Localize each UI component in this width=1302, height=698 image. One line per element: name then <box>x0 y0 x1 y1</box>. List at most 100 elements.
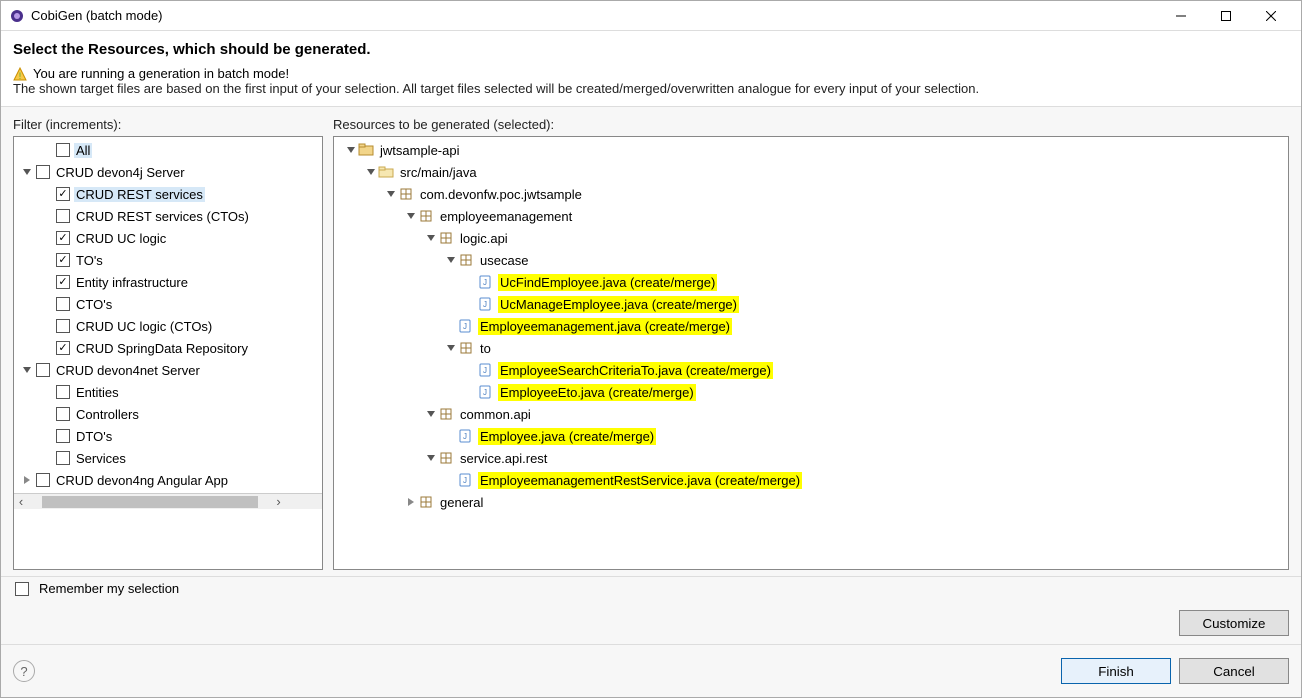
filter-tree[interactable]: AllCRUD devon4j ServerCRUD REST services… <box>13 136 323 570</box>
warning-text: You are running a generation in batch mo… <box>33 66 289 81</box>
resource-item[interactable]: employeemanagement <box>334 205 1288 227</box>
expander-icon[interactable] <box>424 451 438 465</box>
help-button[interactable]: ? <box>13 660 35 682</box>
resource-item[interactable]: to <box>334 337 1288 359</box>
filter-checkbox[interactable] <box>56 451 70 465</box>
filter-item[interactable]: CRUD UC logic (CTOs) <box>14 315 322 337</box>
filter-checkbox[interactable] <box>56 187 70 201</box>
finish-button[interactable]: Finish <box>1061 658 1171 684</box>
expander-icon[interactable] <box>424 407 438 421</box>
package-icon <box>418 494 434 510</box>
resource-item[interactable]: JEmployeemanagementRestService.java (cre… <box>334 469 1288 491</box>
filter-panel: Filter (increments): AllCRUD devon4j Ser… <box>13 117 323 570</box>
horizontal-scrollbar[interactable]: ‹ › <box>14 493 322 509</box>
resource-item[interactable]: JEmployeeEto.java (create/merge) <box>334 381 1288 403</box>
expander-icon[interactable] <box>384 187 398 201</box>
expander-icon[interactable] <box>20 363 34 377</box>
filter-item-label: CRUD UC logic <box>74 231 168 246</box>
close-button[interactable] <box>1248 1 1293 31</box>
filter-item[interactable]: CRUD UC logic <box>14 227 322 249</box>
resource-item[interactable]: usecase <box>334 249 1288 271</box>
filter-checkbox[interactable] <box>56 143 70 157</box>
filter-item[interactable]: DTO's <box>14 425 322 447</box>
app-icon <box>9 8 25 24</box>
resource-item[interactable]: general <box>334 491 1288 513</box>
resource-item[interactable]: logic.api <box>334 227 1288 249</box>
resource-item[interactable]: JEmployeemanagement.java (create/merge) <box>334 315 1288 337</box>
resource-item[interactable]: J Employee.java (create/merge) <box>334 425 1288 447</box>
resource-item-label: logic.api <box>458 231 510 246</box>
filter-item[interactable]: All <box>14 139 322 161</box>
filter-checkbox[interactable] <box>36 473 50 487</box>
resource-item-label: to <box>478 341 493 356</box>
filter-item[interactable]: CRUD REST services <box>14 183 322 205</box>
filter-item[interactable]: CTO's <box>14 293 322 315</box>
resource-item[interactable]: common.api <box>334 403 1288 425</box>
resource-item-label: Employeemanagement.java (create/merge) <box>478 318 732 335</box>
scroll-right-arrow[interactable]: › <box>272 494 286 509</box>
scroll-left-arrow[interactable]: ‹ <box>14 494 28 509</box>
filter-checkbox[interactable] <box>36 363 50 377</box>
filter-checkbox[interactable] <box>56 407 70 421</box>
package-icon <box>398 186 414 202</box>
resource-item[interactable]: service.api.rest <box>334 447 1288 469</box>
filter-item[interactable]: CRUD REST services (CTOs) <box>14 205 322 227</box>
package-icon <box>458 340 474 356</box>
svg-text:J: J <box>463 432 467 441</box>
remember-selection-checkbox[interactable] <box>15 582 29 596</box>
filter-checkbox[interactable] <box>56 341 70 355</box>
customize-button[interactable]: Customize <box>1179 610 1289 636</box>
maximize-button[interactable] <box>1203 1 1248 31</box>
expander-icon[interactable] <box>20 473 34 487</box>
resources-tree[interactable]: jwtsample-api src/main/java com.devonfw.po… <box>333 136 1289 570</box>
resource-item[interactable]: src/main/java <box>334 161 1288 183</box>
cancel-button[interactable]: Cancel <box>1179 658 1289 684</box>
resource-item[interactable]: JEmployeeSearchCriteriaTo.java (create/m… <box>334 359 1288 381</box>
resource-item-label: src/main/java <box>398 165 479 180</box>
filter-item-label: Controllers <box>74 407 141 422</box>
package-icon <box>438 406 454 422</box>
filter-item-label: All <box>74 143 92 158</box>
remember-selection-option[interactable]: Remember my selection <box>13 581 1289 596</box>
resource-item-label: Employee.java (create/merge) <box>478 428 656 445</box>
filter-checkbox[interactable] <box>56 385 70 399</box>
resource-item-label: jwtsample-api <box>378 143 461 158</box>
resource-item[interactable]: com.devonfw.poc.jwtsample <box>334 183 1288 205</box>
filter-item-label: CRUD UC logic (CTOs) <box>74 319 214 334</box>
filter-item[interactable]: CRUD devon4j Server <box>14 161 322 183</box>
filter-checkbox[interactable] <box>56 319 70 333</box>
filter-item[interactable]: Entity infrastructure <box>14 271 322 293</box>
filter-checkbox[interactable] <box>56 297 70 311</box>
resource-item[interactable]: JUcFindEmployee.java (create/merge) <box>334 271 1288 293</box>
filter-item[interactable]: Services <box>14 447 322 469</box>
filter-item[interactable]: CRUD devon4net Server <box>14 359 322 381</box>
filter-item[interactable]: Controllers <box>14 403 322 425</box>
filter-item[interactable]: CRUD SpringData Repository <box>14 337 322 359</box>
filter-item-label: Entity infrastructure <box>74 275 190 290</box>
expander-icon[interactable] <box>404 495 418 509</box>
filter-item[interactable]: CRUD devon4ng Angular App <box>14 469 322 491</box>
filter-checkbox[interactable] <box>56 429 70 443</box>
expander-icon[interactable] <box>20 165 34 179</box>
filter-checkbox[interactable] <box>56 231 70 245</box>
svg-text:J: J <box>483 366 487 375</box>
expander-icon[interactable] <box>364 165 378 179</box>
filter-item-label: CRUD devon4net Server <box>54 363 202 378</box>
filter-item[interactable]: TO's <box>14 249 322 271</box>
expander-icon[interactable] <box>444 341 458 355</box>
package-icon <box>418 208 434 224</box>
filter-checkbox[interactable] <box>56 209 70 223</box>
minimize-button[interactable] <box>1158 1 1203 31</box>
expander-icon[interactable] <box>424 231 438 245</box>
resource-item[interactable]: JUcManageEmployee.java (create/merge) <box>334 293 1288 315</box>
scroll-thumb[interactable] <box>42 496 258 508</box>
expander-icon[interactable] <box>404 209 418 223</box>
expander-icon[interactable] <box>444 253 458 267</box>
resource-item[interactable]: jwtsample-api <box>334 139 1288 161</box>
filter-checkbox[interactable] <box>36 165 50 179</box>
filter-item[interactable]: Entities <box>14 381 322 403</box>
filter-checkbox[interactable] <box>56 275 70 289</box>
expander-icon[interactable] <box>344 143 358 157</box>
filter-checkbox[interactable] <box>56 253 70 267</box>
svg-text:!: ! <box>19 71 22 81</box>
